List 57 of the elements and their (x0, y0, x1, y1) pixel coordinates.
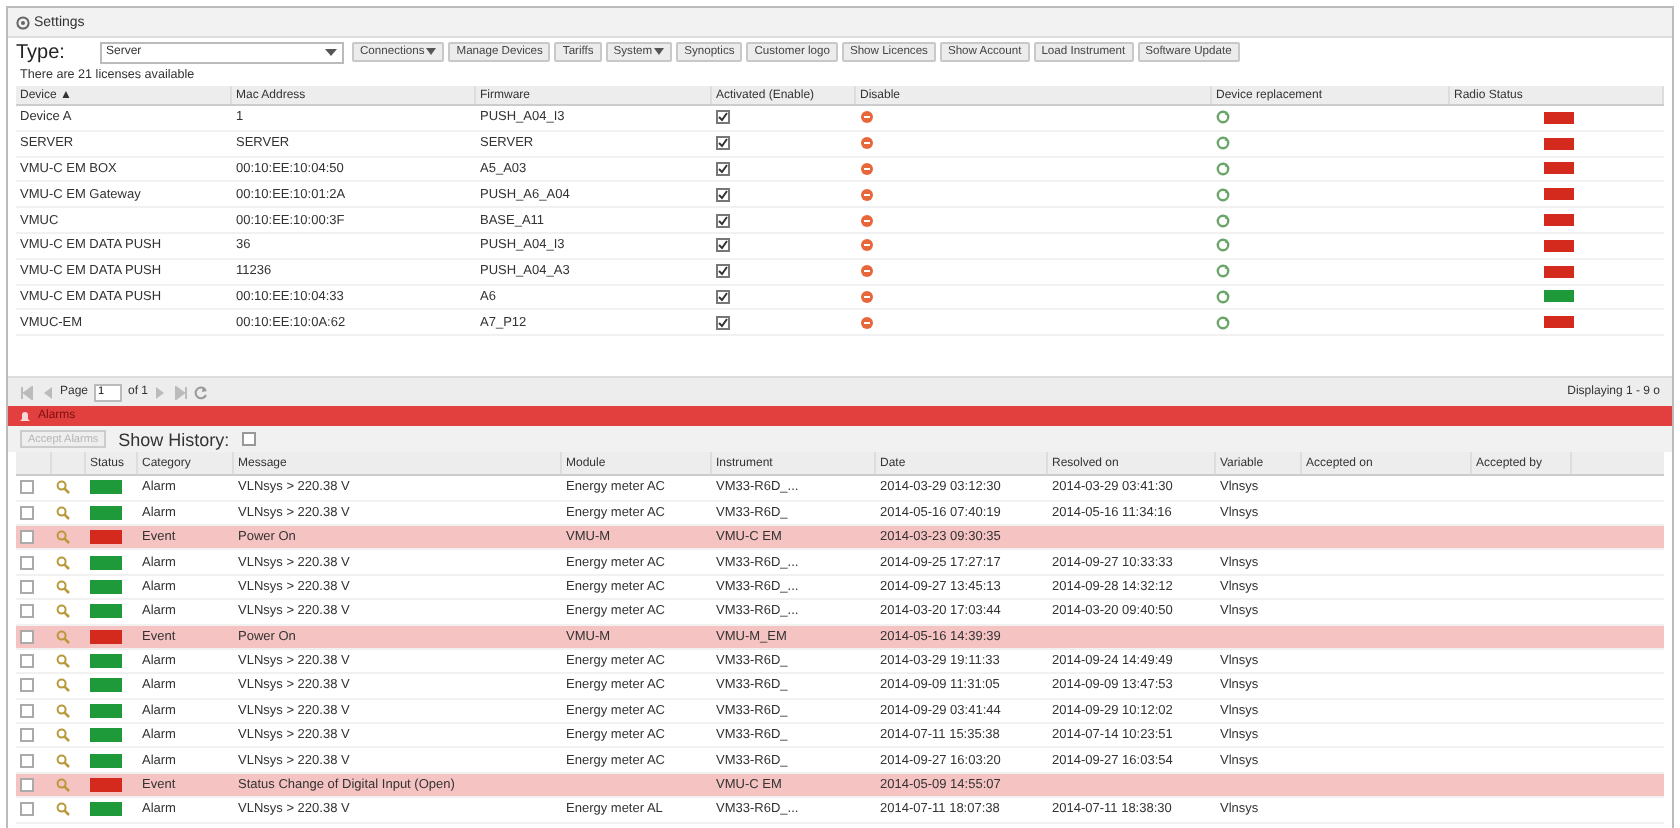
dropdown-arrow-icon (654, 48, 665, 56)
replace-icon[interactable] (1216, 187, 1230, 202)
disable-icon[interactable] (860, 110, 874, 125)
checkbox-icon[interactable] (20, 778, 34, 793)
disable-icon[interactable] (860, 238, 874, 253)
disable-icon[interactable] (860, 136, 874, 151)
checkbox-icon[interactable] (20, 555, 34, 570)
history-label: Show History: (118, 429, 230, 450)
checkbox-icon[interactable] (20, 654, 34, 669)
disable-icon[interactable] (860, 264, 874, 279)
checkbox-icon[interactable] (20, 480, 34, 495)
magnifier-icon[interactable] (56, 579, 70, 594)
refresh-icon[interactable] (194, 385, 209, 400)
disable-icon[interactable] (860, 289, 874, 304)
disable-icon[interactable] (860, 187, 874, 202)
checkbox-icon[interactable] (20, 802, 34, 817)
replace-icon[interactable] (1216, 136, 1230, 151)
replace-icon[interactable] (1216, 161, 1230, 176)
magnifier-icon[interactable] (56, 703, 70, 718)
magnifier-icon[interactable] (56, 778, 70, 793)
checkbox-icon[interactable] (20, 678, 34, 693)
magnifier-icon[interactable] (56, 604, 70, 619)
disable-icon[interactable] (860, 213, 874, 228)
first-page-icon[interactable] (20, 385, 34, 400)
magnifier-icon[interactable] (56, 802, 70, 817)
magnifier-icon[interactable] (56, 480, 70, 495)
replace-icon[interactable] (1216, 213, 1230, 228)
replace-icon[interactable] (1216, 238, 1230, 253)
next-page-icon[interactable] (154, 385, 169, 400)
checkbox-icon[interactable] (20, 505, 34, 520)
magnifier-icon[interactable] (56, 753, 70, 768)
magnifier-icon[interactable] (56, 505, 70, 520)
checkbox-icon[interactable] (20, 728, 34, 743)
magnifier-icon[interactable] (56, 728, 70, 743)
checkbox-icon[interactable] (20, 604, 34, 619)
dropdown-arrow-icon (426, 48, 437, 56)
dropdown-arrow-icon (324, 47, 338, 57)
last-page-icon[interactable] (174, 385, 189, 400)
magnifier-icon[interactable] (56, 555, 70, 570)
checkbox-icon[interactable] (20, 530, 34, 545)
type-label: Type: (16, 41, 67, 63)
checkbox-icon[interactable] (20, 629, 34, 644)
replace-icon[interactable] (1216, 110, 1230, 125)
disable-icon[interactable] (860, 315, 874, 330)
replace-icon[interactable] (1216, 315, 1230, 330)
disable-icon[interactable] (860, 161, 874, 176)
replace-icon[interactable] (1216, 289, 1230, 304)
replace-icon[interactable] (1216, 264, 1230, 279)
magnifier-icon[interactable] (56, 530, 70, 545)
magnifier-icon[interactable] (56, 629, 70, 644)
magnifier-icon[interactable] (56, 654, 70, 669)
previous-page-icon[interactable] (40, 385, 54, 400)
checkbox-icon[interactable] (20, 579, 34, 594)
checkbox-icon[interactable] (20, 703, 34, 718)
checkbox-icon[interactable] (241, 432, 256, 447)
magnifier-icon[interactable] (56, 678, 70, 693)
checkbox-icon[interactable] (20, 753, 34, 768)
